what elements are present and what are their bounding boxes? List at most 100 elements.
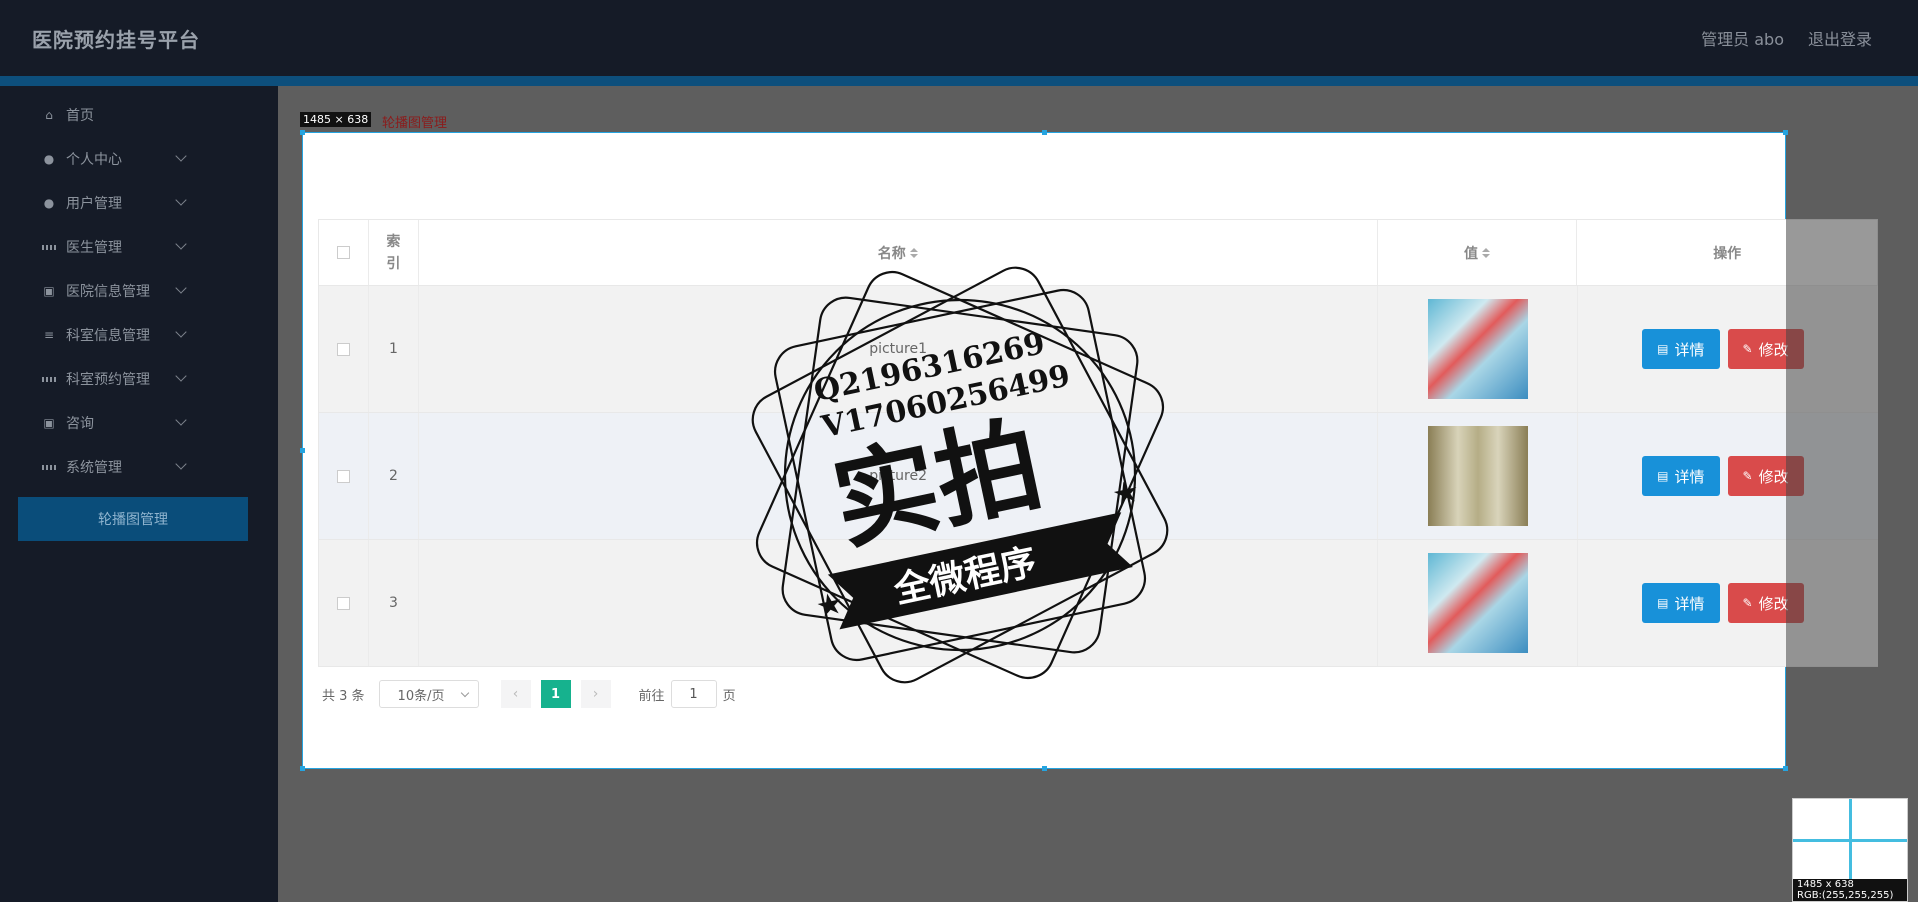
detail-button[interactable]: ▤ 详情 — [1642, 456, 1720, 496]
resize-handle[interactable] — [300, 130, 305, 135]
sidebar-item-home[interactable]: ⌂ 首页 — [0, 93, 278, 137]
pagination-total: 共 3 条 — [322, 688, 365, 704]
detail-button[interactable]: ▤ 详情 — [1642, 583, 1720, 623]
brand-title: 医院预约挂号平台 — [32, 28, 200, 52]
detail-label: 详情 — [1674, 467, 1705, 486]
sidebar: ⌂ 首页 ● 个人中心 ● 用户管理 医生管理 ▣ 医院信息管理 ≡ 科室信息管… — [0, 86, 278, 902]
outside-selection-shade — [1786, 219, 1878, 667]
pencil-icon: ✎ — [1742, 596, 1753, 610]
sidebar-item-department-booking[interactable]: 科室预约管理 — [0, 357, 278, 401]
chevron-down-icon — [175, 282, 187, 294]
grid-icon — [42, 460, 56, 474]
pencil-icon: ✎ — [1742, 469, 1753, 483]
sidebar-item-label: 咨询 — [66, 416, 94, 432]
sort-icon[interactable] — [1482, 247, 1491, 258]
grid-icon — [42, 240, 56, 254]
magnifier-info: 1485 x 638 RGB:(255,255,255) — [1793, 879, 1907, 901]
edit-label: 修改 — [1758, 594, 1789, 613]
sidebar-subitem-carousel[interactable]: 轮播图管理 — [18, 497, 248, 541]
row-checkbox[interactable] — [336, 469, 350, 483]
breadcrumb: 轮播图管理 — [382, 116, 448, 131]
chevron-down-icon — [175, 414, 187, 426]
select-all-checkbox[interactable] — [336, 246, 350, 259]
sidebar-item-department-info[interactable]: ≡ 科室信息管理 — [0, 313, 278, 357]
star-icon: ★ — [1109, 473, 1143, 513]
row-checkbox-cell — [319, 413, 369, 539]
goto-prefix: 前往 — [638, 688, 665, 704]
resize-handle[interactable] — [300, 448, 305, 453]
sidebar-item-hospital-info[interactable]: ▣ 医院信息管理 — [0, 269, 278, 313]
chevron-down-icon — [175, 370, 187, 382]
logout-link[interactable]: 退出登录 — [1808, 26, 1872, 50]
sidebar-item-users[interactable]: ● 用户管理 — [0, 181, 278, 225]
prev-page-button[interactable]: ‹ — [500, 680, 531, 708]
clipboard-icon: ▣ — [43, 284, 55, 298]
row-checkbox[interactable] — [336, 342, 350, 356]
row-checkbox-cell — [319, 286, 369, 412]
pagination: 共 3 条 10条/页 ‹ 1 › 前往 页 — [322, 680, 736, 708]
header-index: 索引 — [369, 220, 419, 285]
header-value[interactable]: 值 — [1378, 220, 1578, 285]
current-user[interactable]: 管理员 abo — [1701, 26, 1784, 50]
document-icon: ▤ — [1657, 342, 1669, 356]
header-ops-label: 操作 — [1713, 245, 1742, 262]
sidebar-item-system[interactable]: 系统管理 — [0, 445, 278, 489]
screenshot-magnifier: 1485 x 638 RGB:(255,255,255) — [1792, 798, 1908, 902]
chevron-down-icon — [175, 458, 187, 470]
detail-label: 详情 — [1674, 594, 1705, 613]
user-icon: ● — [43, 196, 55, 210]
resize-handle[interactable] — [1783, 130, 1788, 135]
sidebar-item-label: 医院信息管理 — [66, 284, 150, 300]
sidebar-item-profile[interactable]: ● 个人中心 — [0, 137, 278, 181]
user-icon: ● — [43, 152, 55, 166]
grid-icon — [42, 372, 56, 386]
row-checkbox[interactable] — [336, 596, 350, 610]
sidebar-item-label: 科室预约管理 — [66, 372, 150, 388]
resize-handle[interactable] — [1042, 130, 1047, 135]
top-header: 医院预约挂号平台 管理员 abo 退出登录 — [0, 0, 1918, 86]
header-index-label: 索引 — [386, 233, 401, 272]
next-page-button[interactable]: › — [580, 680, 611, 708]
resize-handle[interactable] — [1783, 766, 1788, 771]
header-stripe — [0, 76, 1918, 86]
magnifier-size: 1485 x 638 — [1797, 879, 1854, 890]
goto-page-input[interactable] — [670, 680, 717, 708]
sidebar-item-consult[interactable]: ▣ 咨询 — [0, 401, 278, 445]
row-index: 1 — [369, 286, 419, 412]
resize-handle[interactable] — [300, 766, 305, 771]
watermark-stamp: Q2196316269 V17060256499 实拍 全微程序 ★ ★ — [751, 266, 1169, 684]
row-checkbox-cell — [319, 540, 369, 666]
sidebar-item-doctors[interactable]: 医生管理 — [0, 225, 278, 269]
row-value — [1378, 540, 1579, 666]
chevron-down-icon — [175, 194, 187, 206]
detail-button[interactable]: ▤ 详情 — [1642, 329, 1720, 369]
document-icon: ▤ — [1657, 596, 1669, 610]
pencil-icon: ✎ — [1742, 342, 1753, 356]
document-icon: ▤ — [1657, 469, 1669, 483]
edit-label: 修改 — [1758, 340, 1789, 359]
chevron-down-icon — [175, 326, 187, 338]
row-index: 2 — [369, 413, 419, 539]
sidebar-item-label: 系统管理 — [66, 460, 122, 476]
chevron-down-icon — [175, 150, 187, 162]
chevron-down-icon — [175, 238, 187, 250]
header-checkbox-cell — [319, 220, 369, 285]
carousel-thumbnail[interactable] — [1427, 426, 1528, 526]
detail-label: 详情 — [1674, 340, 1705, 359]
carousel-thumbnail[interactable] — [1427, 553, 1528, 653]
header-value-label: 值 — [1464, 245, 1479, 262]
edit-label: 修改 — [1758, 467, 1789, 486]
selection-size-tag: 1485 × 638 — [300, 112, 372, 127]
row-value — [1378, 286, 1579, 412]
sidebar-item-label: 个人中心 — [66, 152, 122, 168]
row-index: 3 — [369, 540, 419, 666]
resize-handle[interactable] — [1042, 766, 1047, 771]
page-number-current[interactable]: 1 — [540, 680, 571, 708]
page-size-select[interactable]: 10条/页 — [378, 680, 479, 708]
magnifier-rgb: RGB:(255,255,255) — [1797, 890, 1894, 901]
carousel-thumbnail[interactable] — [1427, 299, 1528, 399]
sidebar-item-label: 医生管理 — [66, 240, 122, 256]
crosshair-horizontal — [1793, 839, 1907, 842]
sidebar-item-label: 科室信息管理 — [66, 328, 150, 344]
goto-suffix: 页 — [722, 688, 736, 704]
